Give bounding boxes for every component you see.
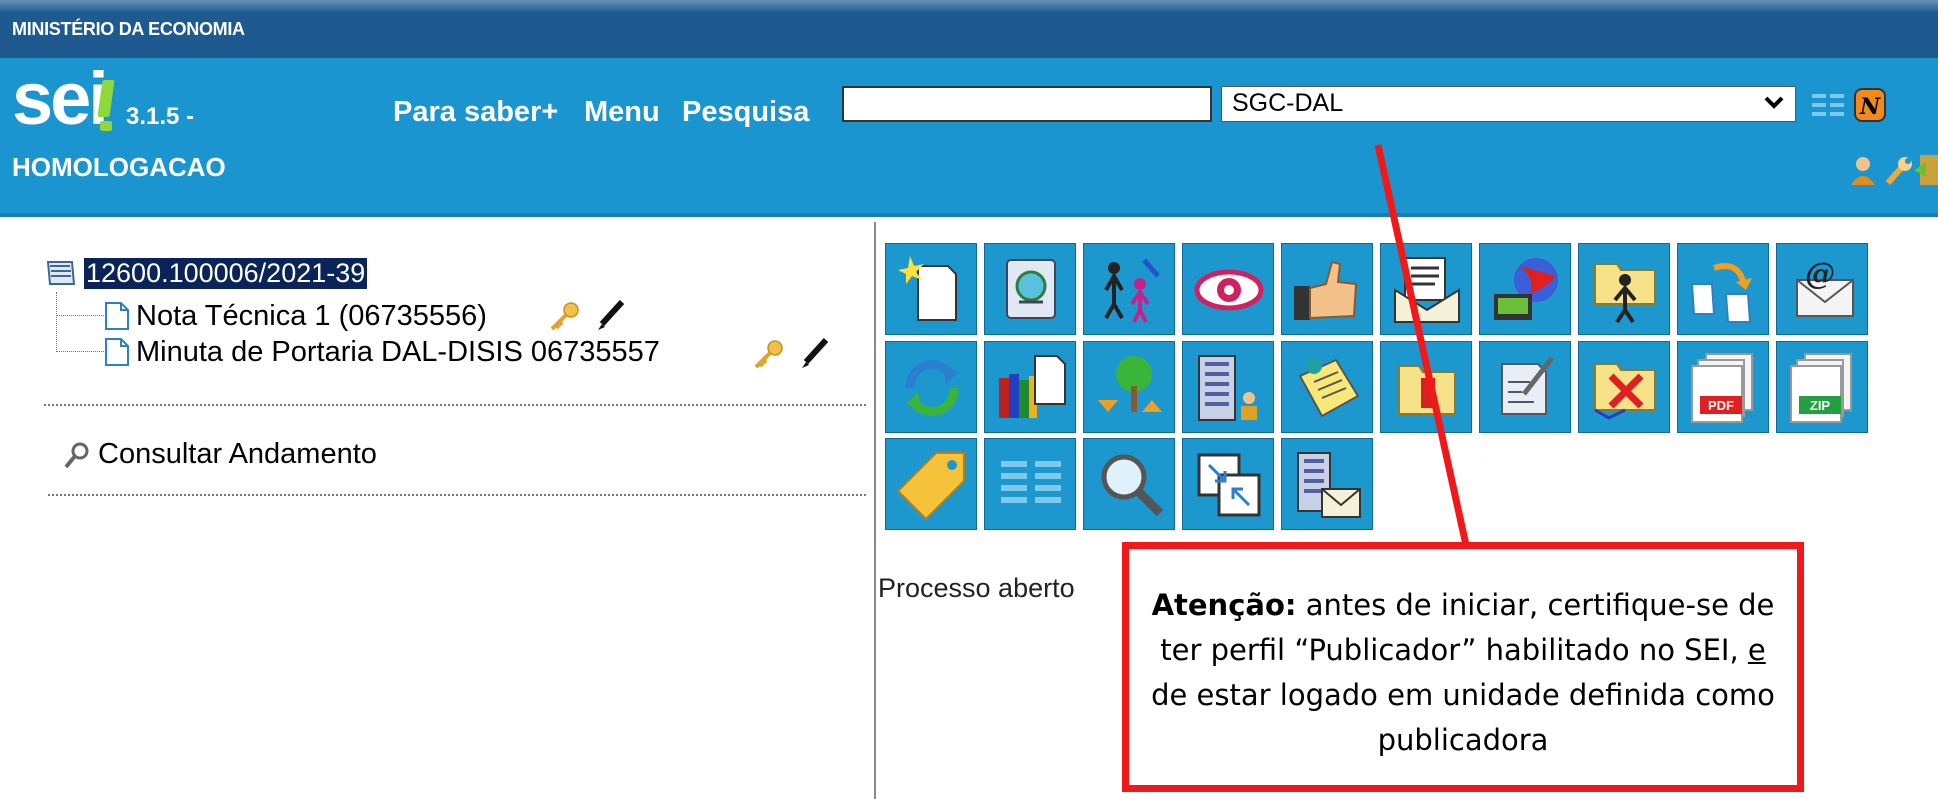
ministry-label: MINISTÉRIO DA ECONOMIA [12,19,245,39]
nav-pesquisa[interactable]: Pesquisa [682,96,809,129]
refresh-icon[interactable] [885,341,977,433]
attention-text-part-2: de estar logado em unidade definida como… [1151,678,1775,757]
process-globe-icon[interactable] [1479,243,1571,335]
header-border [0,213,1938,217]
svg-text:PDF: PDF [1708,398,1734,413]
new-document-icon[interactable] [885,243,977,335]
svg-text:N: N [1859,94,1881,120]
app-header [0,58,1938,213]
process-icon[interactable] [44,258,78,295]
view-icon[interactable] [1182,243,1274,335]
logo-accent-dot [100,121,112,131]
tree-connector [56,315,104,316]
tree-icon[interactable] [1083,341,1175,433]
attention-callout: Atenção: antes de iniciar, certifique-se… [1122,542,1804,792]
search-icon[interactable] [1083,438,1175,530]
pdf-icon[interactable]: PDF [1677,341,1769,433]
wrench-icon[interactable] [1884,155,1914,192]
forward-icon[interactable] [1677,243,1769,335]
nav-para-saber-mais[interactable]: Para saber+ [393,96,558,129]
document-icon [104,301,130,336]
search-input[interactable] [842,86,1212,122]
svg-text:ZIP: ZIP [1810,398,1831,413]
annotation-arrow-line [1374,144,1470,546]
top-strip [0,0,1938,12]
exit-icon[interactable] [1914,153,1938,192]
tag-icon[interactable] [885,438,977,530]
process-status: Processo aberto [878,573,1075,603]
building-envelope-icon[interactable] [1281,438,1373,530]
key-icon[interactable] [548,302,580,337]
ministry-bar [0,12,1938,58]
unit-select-value: SGC-DAL [1232,89,1344,117]
tree-separator [48,494,866,496]
signature-pen-icon[interactable] [800,337,830,375]
attention-text: Atenção: antes de iniciar, certifique-se… [1149,583,1777,763]
nav-menu[interactable]: Menu [584,96,660,129]
svg-text:@: @ [1805,257,1835,292]
zip-icon[interactable]: ZIP [1776,341,1868,433]
thumbs-up-icon[interactable] [1281,243,1373,335]
note-icon[interactable] [1281,341,1373,433]
new-badge-icon[interactable]: N [1854,88,1886,127]
template-icon[interactable] [984,243,1076,335]
books-icon[interactable] [984,341,1076,433]
email-icon[interactable]: @ [1776,243,1868,335]
sei-logo[interactable]: sei [12,62,109,136]
panel-divider [874,222,876,799]
edit-document-icon[interactable] [1479,341,1571,433]
assign-icon[interactable] [1083,243,1175,335]
process-number[interactable]: 12600.100006/2021-39 [84,258,368,289]
tree-connector [56,351,104,352]
consultar-andamento-link[interactable]: Consultar Andamento [98,438,377,471]
list-icon[interactable] [1812,92,1846,123]
chevron-down-icon [1763,91,1785,120]
magnifier-icon [64,442,90,475]
tree-separator [44,404,866,406]
list-view-icon[interactable] [984,438,1076,530]
version-label: 3.1.5 - [126,103,195,130]
tree-connector [56,292,57,352]
tree-document-1[interactable]: Nota Técnica 1 (06735556) [136,300,487,333]
split-icon[interactable] [1182,438,1274,530]
environment-label: HOMOLOGACAO [12,152,226,182]
key-icon[interactable] [752,340,784,375]
user-icon[interactable] [1848,155,1878,192]
remove-icon[interactable] [1578,341,1670,433]
building-person-icon[interactable] [1182,341,1274,433]
document-icon [104,337,130,372]
tree-document-2[interactable]: Minuta de Portaria DAL-DISIS 06735557 [136,336,660,369]
attention-label: Atenção: [1151,588,1297,622]
unit-select[interactable]: SGC-DAL [1221,86,1796,122]
attention-underline: e [1747,633,1766,667]
person-folder-icon[interactable] [1578,243,1670,335]
signature-pen-icon[interactable] [596,299,626,337]
